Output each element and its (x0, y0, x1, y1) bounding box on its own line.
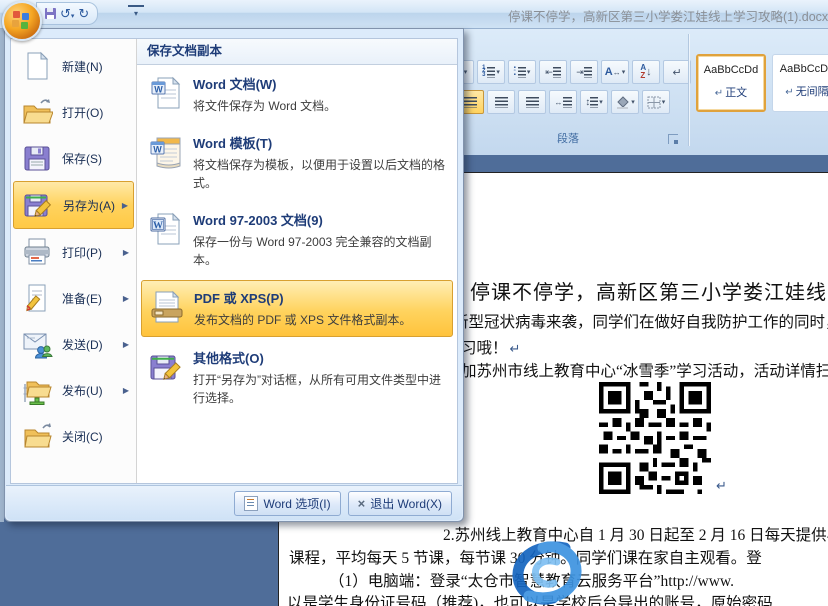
send-icon (21, 328, 53, 360)
pilcrow-icon: ↵ (785, 87, 793, 98)
office-menu-footer: Word 选项(I) × 退出 Word(X) (6, 485, 462, 520)
word-97-2003-icon: W (149, 212, 183, 246)
paragraph-group: ▾ 123▾ ▪▫▪▾ ⇤ ⇥ A↔▾ AZ↓ ↵ ↔ ↕▾ ▾ (452, 32, 684, 148)
publish-icon (21, 374, 53, 406)
numbering-icon: 123 (482, 67, 485, 77)
window-title: 停课不停学，高新区第三小学娄江娃线上学习攻略(1).docx - Micr (508, 6, 828, 25)
menu-item-save[interactable]: 保存(S) (13, 135, 134, 181)
office-menu-left-column: 新建(N) 打开(O) 保存(S) 另存为(A) ▶ 打印( (11, 39, 137, 483)
align-center-button[interactable] (487, 90, 515, 114)
svg-text:W: W (153, 144, 162, 154)
submenu-arrow-icon: ▶ (123, 294, 129, 303)
save-as-icon (22, 189, 54, 221)
paragraph-dialog-launcher[interactable] (668, 134, 678, 144)
print-icon (21, 236, 53, 268)
multilevel-list-button[interactable]: ▪▫▪▾ (508, 60, 536, 84)
svg-text:W: W (154, 85, 163, 95)
close-icon (21, 420, 53, 452)
align-left-icon (464, 97, 477, 108)
pdf-xps-icon (150, 290, 184, 324)
align-center-icon (495, 97, 508, 108)
distribute-icon (563, 97, 572, 108)
submenu-arrow-icon: ▶ (123, 386, 129, 395)
show-marks-button[interactable]: ↵ (663, 60, 691, 84)
borders-icon (647, 96, 661, 109)
quick-access-toolbar: ↺▾ ↻ (36, 2, 98, 25)
multilevel-list-icon: ▪▫▪ (514, 67, 516, 77)
paint-bucket-icon (615, 96, 630, 109)
menu-item-open[interactable]: 打开(O) (13, 89, 134, 135)
open-icon (21, 96, 53, 128)
document-line: 习哦！↵ (461, 336, 520, 358)
document-line: 加苏州市线上教育中心“冰雪季”学习活动，活动详情扫描二 (461, 359, 828, 381)
menu-item-new[interactable]: 新建(N) (13, 43, 134, 89)
paragraph-mark-icon: ↵ (672, 66, 681, 79)
qr-code-image (599, 382, 711, 494)
document-heading: 停课不停学，高新区第三小学娄江娃线上学 (470, 276, 828, 305)
prepare-icon (21, 282, 53, 314)
align-right-icon (526, 97, 539, 108)
line-spacing-button[interactable]: ↕▾ (580, 90, 608, 114)
document-line: 2.苏州线上教育中心自 1 月 30 日起至 2 月 16 日每天提供小学一至 (443, 523, 828, 545)
word-options-button[interactable]: Word 选项(I) (234, 491, 340, 516)
paragraph-group-label: 段落 (452, 130, 684, 146)
menu-item-print[interactable]: 打印(P) ▶ (13, 229, 134, 275)
save-as-submenu: 保存文档副本 W Word 文档(W) 将文件保存为 Word 文档。 W Wo… (137, 39, 457, 483)
word-options-icon (244, 496, 258, 511)
exit-word-button[interactable]: × 退出 Word(X) (348, 491, 452, 516)
menu-item-publish[interactable]: 发布(U) ▶ (13, 367, 134, 413)
submenu-item-word-template[interactable]: W Word 模板(T) 将文档保存为模板，以便用于设置以后文档的格式。 (141, 126, 453, 199)
title-bar[interactable]: ↺▾ ↻ ▾ 停课不停学，高新区第三小学娄江娃线上学习攻略(1).docx - … (0, 0, 828, 29)
style-normal[interactable]: AaBbCcDd ↵正文 (696, 54, 766, 112)
submenu-header: 保存文档副本 (137, 39, 457, 65)
distribute-button[interactable]: ↔ (549, 90, 577, 114)
paragraph-mark-icon: ↵ (510, 342, 521, 357)
shading-button[interactable]: ▾ (611, 90, 639, 114)
word-document-icon: W (149, 76, 183, 110)
asian-layout-button[interactable]: A↔▾ (601, 60, 629, 84)
other-formats-icon (149, 350, 183, 384)
word-2007-window: ▾ 123▾ ▪▫▪▾ ⇤ ⇥ A↔▾ AZ↓ ↵ ↔ ↕▾ ▾ (0, 0, 828, 606)
submenu-item-other-formats[interactable]: 其他格式(O) 打开“另存为”对话框，从所有可用文件类型中进行选择。 (141, 341, 453, 414)
save-icon (21, 142, 53, 174)
office-menu: 新建(N) 打开(O) 保存(S) 另存为(A) ▶ 打印( (4, 28, 464, 522)
submenu-arrow-icon: ▶ (122, 201, 128, 210)
svg-text:W: W (153, 220, 163, 231)
asian-layout-icon: A (605, 66, 613, 78)
increase-indent-button[interactable]: ⇥ (570, 60, 598, 84)
watermark-swirl-logo (503, 540, 591, 606)
office-button[interactable] (2, 1, 42, 41)
decrease-indent-button[interactable]: ⇤ (539, 60, 567, 84)
submenu-item-word-97-2003[interactable]: W Word 97-2003 文档(9) 保存一份与 Word 97-2003 … (141, 203, 453, 276)
paragraph-mark-icon: ↵ (716, 478, 727, 494)
undo-icon[interactable]: ↺▾ (60, 7, 74, 20)
increase-indent-icon: ⇥ (576, 67, 584, 78)
save-icon[interactable] (45, 8, 56, 19)
numbering-button[interactable]: 123▾ (477, 60, 505, 84)
exit-icon: × (358, 496, 366, 511)
submenu-arrow-icon: ▶ (123, 340, 129, 349)
menu-item-save-as[interactable]: 另存为(A) ▶ (13, 181, 134, 229)
decrease-indent-icon: ⇤ (545, 67, 553, 78)
borders-button[interactable]: ▾ (642, 90, 670, 114)
customize-quick-access-icon[interactable]: ▾ (128, 5, 144, 22)
menu-item-send[interactable]: 发送(D) ▶ (13, 321, 134, 367)
new-document-icon (21, 50, 53, 82)
menu-item-close[interactable]: 关闭(C) (13, 413, 134, 459)
menu-item-prepare[interactable]: 准备(E) ▶ (13, 275, 134, 321)
redo-icon[interactable]: ↻ (78, 7, 89, 20)
submenu-item-word-document[interactable]: W Word 文档(W) 将文件保存为 Word 文档。 (141, 67, 453, 122)
word-template-icon: W (149, 135, 183, 169)
document-line: 新型冠状病毒来袭，同学们在做好自我防护工作的同时，可以 (453, 310, 828, 332)
pilcrow-icon: ↵ (715, 88, 723, 99)
group-separator (688, 34, 689, 146)
align-right-button[interactable] (518, 90, 546, 114)
sort-button[interactable]: AZ↓ (632, 60, 660, 84)
submenu-arrow-icon: ▶ (123, 248, 129, 257)
submenu-item-pdf-xps[interactable]: PDF 或 XPS(P) 发布文档的 PDF 或 XPS 文件格式副本。 (141, 280, 453, 337)
style-no-spacing[interactable]: AaBbCcDd ↵无间隔 (772, 54, 828, 112)
